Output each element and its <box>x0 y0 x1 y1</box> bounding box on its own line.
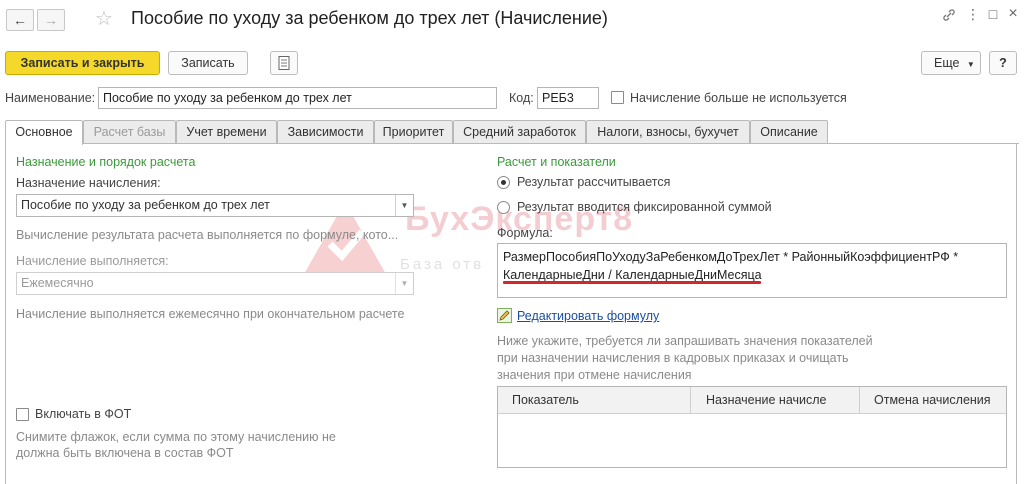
report-button[interactable] <box>270 51 298 75</box>
name-input[interactable]: Пособие по уходу за ребенком до трех лет <box>98 87 497 109</box>
pencil-icon[interactable] <box>497 308 512 326</box>
tab-description[interactable]: Описание <box>750 120 828 144</box>
column-header-cancel[interactable]: Отмена начисления <box>874 387 991 414</box>
help-button[interactable]: ? <box>989 51 1017 75</box>
edit-formula-link[interactable]: Редактировать формулу <box>517 309 659 323</box>
indicators-hint-line3: значения при отмене начисления <box>497 368 692 382</box>
star-icon[interactable]: ☆ <box>95 6 113 31</box>
radio-calculated-label: Результат рассчитывается <box>517 175 671 189</box>
chevron-down-icon[interactable]: ▼ <box>395 273 413 294</box>
link-icon[interactable] <box>942 8 956 25</box>
chevron-down-icon[interactable]: ▼ <box>395 195 413 216</box>
arrow-left-icon: ← <box>13 12 27 28</box>
formula-field[interactable]: РазмерПособияПоУходуЗаРебенкомДоТрехЛет … <box>497 243 1007 298</box>
tab-average-earnings[interactable]: Средний заработок <box>453 120 586 144</box>
radio-fixed[interactable] <box>497 201 510 214</box>
tab-base-calculation[interactable]: Расчет базы <box>83 120 176 144</box>
calc-hint: Вычисление результата расчета выполняетс… <box>16 228 399 242</box>
column-header-assignment[interactable]: Назначение начисле <box>706 387 827 414</box>
indicators-table[interactable]: Показатель Назначение начисле Отмена нач… <box>497 386 1007 468</box>
code-label: Код: <box>509 91 534 105</box>
indicators-hint-line1: Ниже укажите, требуется ли запрашивать з… <box>497 334 873 348</box>
tab-time-accounting[interactable]: Учет времени <box>176 120 277 144</box>
column-separator <box>859 387 860 414</box>
column-separator <box>690 387 691 414</box>
tab-main[interactable]: Основное <box>5 120 83 145</box>
formula-label: Формула: <box>497 226 553 240</box>
forward-button[interactable]: → <box>37 9 65 31</box>
fot-hint-line2: должна быть включена в состав ФОТ <box>16 446 234 460</box>
left-section-title: Назначение и порядок расчета <box>16 155 196 169</box>
table-header: Показатель Назначение начисле Отмена нач… <box>498 387 1006 414</box>
arrow-right-icon: → <box>44 12 58 28</box>
save-button[interactable]: Записать <box>168 51 248 75</box>
page-title: Пособие по уходу за ребенком до трех лет… <box>131 8 608 28</box>
name-label: Наименование: <box>5 91 96 105</box>
tab-priority[interactable]: Приоритет <box>374 120 453 144</box>
close-icon[interactable]: × <box>1006 5 1020 23</box>
frequency-value: Ежемесячно <box>21 276 94 290</box>
more-vertical-icon[interactable]: ⋮ <box>966 6 980 23</box>
frequency-label: Начисление выполняется: <box>16 254 169 268</box>
frequency-select[interactable]: Ежемесячно ▼ <box>16 272 414 295</box>
not-used-label: Начисление больше не используется <box>630 91 847 105</box>
right-section-title: Расчет и показатели <box>497 155 616 169</box>
indicators-hint-line2: при назначении начисления в кадровых при… <box>497 351 849 365</box>
frequency-hint: Начисление выполняется ежемесячно при ок… <box>16 307 405 321</box>
purpose-select[interactable]: Пособие по уходу за ребенком до трех лет… <box>16 194 414 217</box>
tab-dependencies[interactable]: Зависимости <box>277 120 374 144</box>
fot-label: Включать в ФОТ <box>35 407 132 421</box>
fot-checkbox[interactable] <box>16 408 29 421</box>
save-and-close-button[interactable]: Записать и закрыть <box>5 51 160 75</box>
tab-taxes[interactable]: Налоги, взносы, бухучет <box>586 120 750 144</box>
formula-line1: РазмерПособияПоУходуЗаРебенкомДоТрехЛет … <box>503 250 959 264</box>
purpose-value: Пособие по уходу за ребенком до трех лет <box>21 198 270 212</box>
back-button[interactable]: ← <box>6 9 34 31</box>
radio-calculated[interactable] <box>497 176 510 189</box>
formula-highlight-underline <box>503 281 761 284</box>
more-label: Еще <box>934 56 960 70</box>
code-input[interactable]: РЕБ3 <box>537 87 599 109</box>
maximize-icon[interactable]: □ <box>986 6 1000 22</box>
radio-fixed-label: Результат вводится фиксированной суммой <box>517 200 772 214</box>
column-header-indicator[interactable]: Показатель <box>512 387 579 414</box>
chevron-down-icon: ▼ <box>966 60 975 69</box>
document-list-icon <box>278 56 290 73</box>
not-used-checkbox[interactable] <box>611 91 624 104</box>
purpose-label: Назначение начисления: <box>16 176 161 190</box>
more-dropdown-button[interactable]: Еще ▼ <box>921 51 981 75</box>
